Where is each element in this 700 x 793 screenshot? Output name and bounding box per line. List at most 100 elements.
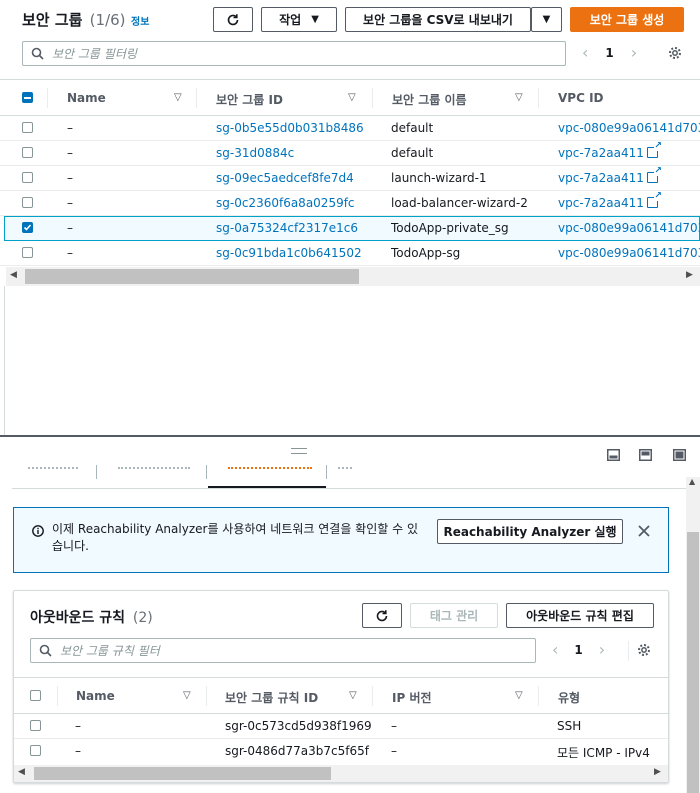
cell-group-id[interactable]: sg-0c2360f6a8a0259fc — [216, 196, 355, 210]
col-header-type[interactable]: 유형 — [558, 689, 580, 706]
panel-bottom-dock-icon[interactable] — [607, 449, 620, 461]
next-page-icon[interactable]: › — [631, 43, 637, 62]
search-icon — [31, 47, 44, 60]
row-checkbox[interactable] — [30, 720, 41, 731]
cell-rule-id: sgr-0486d77a3b7c5f65f — [225, 744, 369, 758]
cell-vpc[interactable]: vpc-7a2aa411 — [558, 141, 662, 160]
row-checkbox[interactable] — [30, 745, 41, 756]
vertical-scrollbar[interactable]: ▲ — [686, 477, 700, 793]
sort-icon[interactable]: ▽ — [515, 92, 523, 103]
rules-pagination: ‹ 1 › — [552, 640, 605, 659]
caret-down-icon: ▼ — [542, 14, 551, 25]
table-row[interactable]: – sg-09ec5aedcef8fe7d4 launch-wizard-1 v… — [0, 166, 700, 191]
row-checkbox[interactable] — [22, 247, 33, 258]
cell-vpc[interactable]: vpc-080e99a06141d7032 — [558, 121, 700, 135]
info-link[interactable]: 정보 — [131, 13, 149, 28]
page-number[interactable]: 1 — [574, 643, 582, 657]
actions-dropdown[interactable]: 작업 ▼ — [261, 7, 337, 32]
create-security-group-button[interactable]: 보안 그룹 생성 — [570, 7, 684, 32]
scrollbar-thumb[interactable] — [687, 532, 699, 793]
tab-outbound-rules[interactable] — [228, 465, 312, 469]
cell-ip-version: – — [391, 719, 397, 733]
panel-left-border — [4, 286, 5, 435]
scrollbar-thumb[interactable] — [25, 269, 359, 284]
prev-page-icon[interactable]: ‹ — [582, 43, 588, 62]
rules-table-row[interactable]: – sgr-0c573cd5d938f1969 – SSH — [14, 714, 670, 739]
row-checkbox[interactable] — [22, 147, 33, 158]
export-csv-button[interactable]: 보안 그룹을 CSV로 내보내기 — [345, 7, 531, 32]
vpc-link-text[interactable]: vpc-7a2aa411 — [558, 196, 644, 210]
refresh-button[interactable] — [213, 7, 253, 32]
row-checkbox-checked[interactable] — [22, 222, 33, 233]
drag-handle[interactable] — [291, 448, 307, 454]
cell-group-id[interactable]: sg-0a75324cf2317e1c6 — [216, 221, 358, 235]
cell-name: – — [67, 221, 73, 235]
table-row-selected[interactable]: – sg-0a75324cf2317e1c6 TodoApp-private_s… — [4, 216, 700, 241]
col-header-name[interactable]: Name — [67, 91, 106, 105]
select-all-checkbox[interactable] — [30, 690, 41, 701]
scrollbar-thumb[interactable] — [34, 767, 331, 780]
scroll-up-icon[interactable]: ▲ — [689, 477, 695, 486]
manage-tags-button[interactable]: 태그 관리 — [410, 603, 498, 628]
external-link-icon — [646, 166, 662, 183]
sort-icon[interactable]: ▽ — [174, 92, 182, 103]
vpc-link-text[interactable]: vpc-7a2aa411 — [558, 146, 644, 160]
scroll-left-icon[interactable]: ◀ — [18, 767, 25, 777]
external-link-icon — [646, 141, 662, 158]
edit-outbound-rules-button[interactable]: 아웃바운드 규칙 편집 — [506, 603, 654, 628]
scroll-left-icon[interactable]: ◀ — [10, 270, 17, 280]
cell-group-id[interactable]: sg-09ec5aedcef8fe7d4 — [216, 171, 354, 185]
cell-vpc[interactable]: vpc-080e99a06141d7032 — [558, 221, 700, 235]
row-checkbox[interactable] — [22, 197, 33, 208]
col-header-group-name[interactable]: 보안 그룹 이름 — [392, 91, 467, 108]
rules-filter-input[interactable]: 보안 그룹 규칙 필터 — [30, 638, 536, 663]
selection-count: (1/6) — [89, 11, 126, 29]
table-row[interactable]: – sg-31d0884c default vpc-7a2aa411 — [0, 141, 700, 166]
rules-table-row[interactable]: – sgr-0486d77a3b7c5f65f – 모든 ICMP - IPv4 — [14, 739, 670, 764]
col-header-name[interactable]: Name — [76, 689, 115, 703]
table-row[interactable]: – sg-0c2360f6a8a0259fc load-balancer-wiz… — [0, 191, 700, 216]
sort-icon[interactable]: ▽ — [515, 690, 523, 701]
export-dropdown-button[interactable]: ▼ — [531, 7, 562, 32]
cell-group-id[interactable]: sg-0b5e55d0b031b8486 — [216, 121, 364, 135]
next-page-icon[interactable]: › — [599, 640, 605, 659]
tab-details[interactable] — [28, 465, 78, 469]
cell-vpc[interactable]: vpc-7a2aa411 — [558, 191, 662, 210]
table-row[interactable]: – sg-0c91bda1c0b641502 TodoApp-sg vpc-08… — [0, 241, 700, 266]
filter-input[interactable]: 보안 그룹 필터링 — [22, 41, 566, 66]
col-sep — [196, 88, 197, 108]
panel-side-dock-icon[interactable] — [639, 449, 652, 461]
cell-name: – — [67, 196, 73, 210]
tab-tags[interactable] — [338, 465, 352, 469]
page-number[interactable]: 1 — [605, 46, 613, 60]
col-header-vpc[interactable]: VPC ID — [558, 91, 604, 105]
settings-gear-icon[interactable] — [637, 643, 651, 657]
horizontal-scrollbar[interactable]: ◀ ▶ — [6, 267, 700, 286]
row-checkbox[interactable] — [22, 172, 33, 183]
settings-gear-icon[interactable] — [668, 46, 682, 60]
col-header-rule-id[interactable]: 보안 그룹 규칙 ID — [225, 689, 318, 706]
sort-icon[interactable]: ▽ — [183, 690, 191, 701]
cell-vpc[interactable]: vpc-7a2aa411 — [558, 166, 662, 185]
prev-page-icon[interactable]: ‹ — [552, 640, 558, 659]
scroll-right-icon[interactable]: ▶ — [654, 767, 661, 777]
tab-inbound-rules[interactable] — [118, 465, 190, 469]
cell-group-id[interactable]: sg-0c91bda1c0b641502 — [216, 246, 362, 260]
cell-vpc[interactable]: vpc-080e99a06141d7032 — [558, 246, 700, 260]
refresh-button[interactable] — [362, 603, 402, 628]
close-icon[interactable] — [638, 525, 650, 537]
cell-group-id[interactable]: sg-31d0884c — [216, 146, 294, 160]
row-checkbox[interactable] — [22, 122, 33, 133]
sort-icon[interactable]: ▽ — [349, 690, 357, 701]
col-header-id[interactable]: 보안 그룹 ID — [216, 91, 283, 108]
rules-horizontal-scrollbar[interactable]: ◀ ▶ — [14, 765, 668, 782]
panel-maximize-icon[interactable] — [673, 449, 686, 461]
sort-icon[interactable]: ▽ — [348, 92, 356, 103]
select-all-checkbox[interactable] — [22, 92, 33, 103]
info-icon — [32, 525, 44, 537]
vpc-link-text[interactable]: vpc-7a2aa411 — [558, 171, 644, 185]
reachability-analyzer-button[interactable]: Reachability Analyzer 실행 — [437, 519, 623, 544]
table-row[interactable]: – sg-0b5e55d0b031b8486 default vpc-080e9… — [0, 116, 700, 141]
col-header-ip-version[interactable]: IP 버전 — [392, 689, 432, 706]
scroll-right-icon[interactable]: ▶ — [686, 270, 693, 280]
